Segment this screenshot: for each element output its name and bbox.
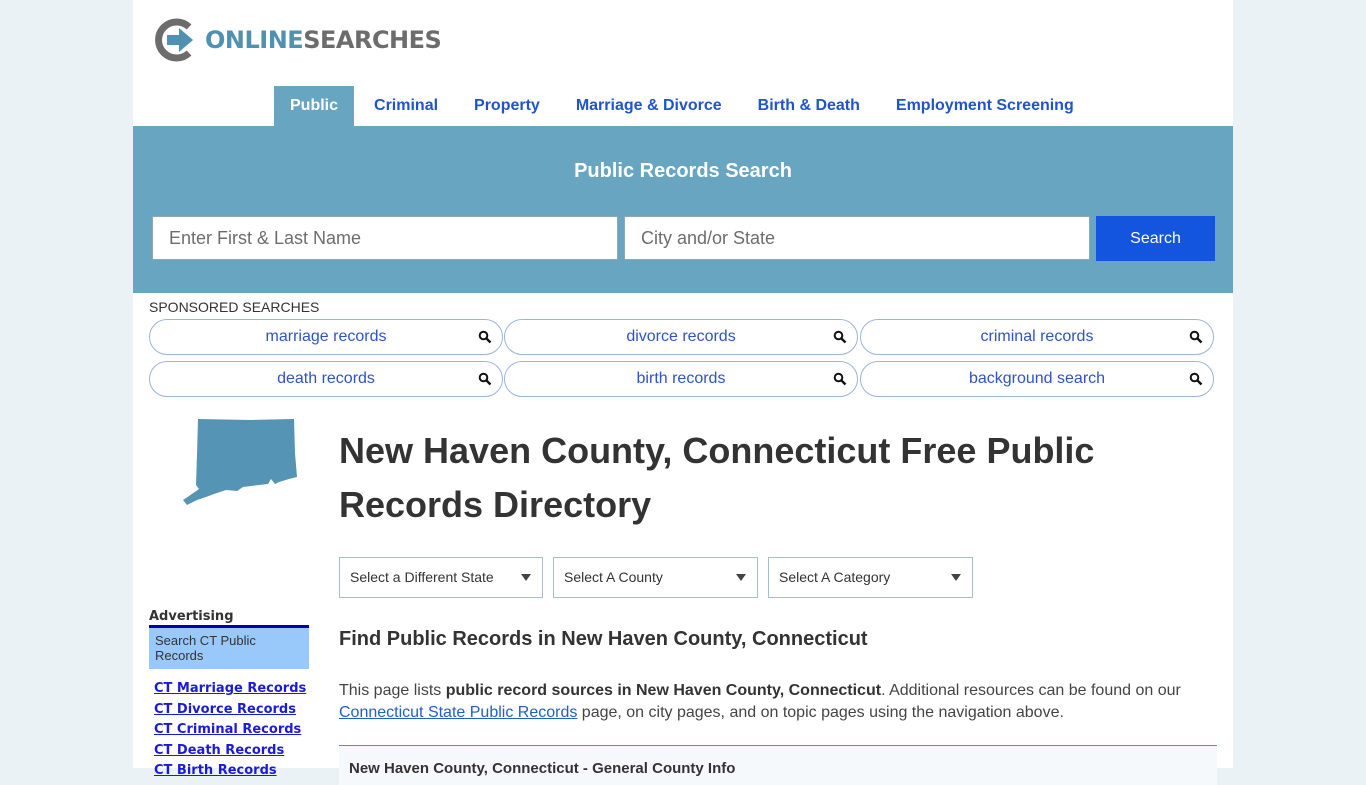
state-select-value: Select a Different State — [350, 569, 494, 585]
state-records-link[interactable]: Connecticut State Public Records — [339, 704, 577, 721]
logo-text-online: ONLINE — [205, 26, 304, 54]
search-icon — [478, 372, 492, 386]
intro-bold: public record sources in New Haven Count… — [445, 682, 882, 699]
county-select[interactable]: Select A County — [553, 557, 758, 598]
sponsored-search-death[interactable]: death records — [149, 361, 503, 397]
sponsored-search-divorce[interactable]: divorce records — [504, 319, 858, 355]
sponsored-search-marriage[interactable]: marriage records — [149, 319, 503, 355]
nav-birth-death[interactable]: Birth & Death — [742, 86, 876, 126]
sidebar-link-birth[interactable]: CT Birth Records — [154, 761, 306, 782]
intro-text: This page lists — [339, 682, 446, 699]
site-logo[interactable]: ONLINESEARCHES — [153, 18, 442, 62]
category-select-value: Select A Category — [779, 569, 891, 585]
search-hero: Public Records Search Search — [133, 126, 1233, 293]
search-button[interactable]: Search — [1096, 216, 1215, 261]
intro-text: page, on city pages, and on topic pages … — [577, 704, 1064, 721]
section-heading: Find Public Records in New Haven County,… — [339, 628, 868, 650]
connecticut-map-icon — [183, 419, 297, 505]
ad-box[interactable]: Search CT Public Records — [149, 625, 309, 669]
sponsored-search-label: birth records — [636, 370, 726, 387]
sidebar-link-divorce[interactable]: CT Divorce Records — [154, 700, 306, 721]
state-select[interactable]: Select a Different State — [339, 557, 543, 598]
page-title: New Haven County, Connecticut Free Publi… — [339, 430, 1095, 525]
main-nav: Public Criminal Property Marriage & Divo… — [274, 86, 1094, 126]
county-info-box: New Haven County, Connecticut - General … — [339, 745, 1217, 785]
search-icon — [1189, 372, 1203, 386]
sidebar-link-criminal[interactable]: CT Criminal Records — [154, 720, 306, 741]
search-icon — [1189, 330, 1203, 344]
chevron-down-icon — [736, 574, 746, 581]
search-icon — [833, 330, 847, 344]
intro-paragraph: This page lists public record sources in… — [339, 680, 1219, 724]
sidebar-links: CT Marriage Records CT Divorce Records C… — [154, 679, 306, 782]
sponsored-search-criminal[interactable]: criminal records — [860, 319, 1214, 355]
sidebar-link-marriage[interactable]: CT Marriage Records — [154, 679, 306, 700]
nav-criminal[interactable]: Criminal — [358, 86, 454, 126]
sponsored-search-label: divorce records — [626, 328, 736, 345]
hero-title: Public Records Search — [574, 160, 792, 182]
nav-marriage-divorce[interactable]: Marriage & Divorce — [560, 86, 738, 126]
sponsored-search-label: death records — [277, 370, 375, 387]
intro-text: . Additional resources can be found on o… — [881, 682, 1181, 699]
sponsored-search-label: marriage records — [265, 328, 387, 345]
sponsored-search-birth[interactable]: birth records — [504, 361, 858, 397]
search-icon — [478, 330, 492, 344]
advertising-label: Advertising — [149, 609, 234, 624]
logo-arrow-icon — [155, 18, 193, 62]
nav-employment-screening[interactable]: Employment Screening — [880, 86, 1090, 126]
sponsored-search-background[interactable]: background search — [860, 361, 1214, 397]
sidebar-link-death[interactable]: CT Death Records — [154, 741, 306, 762]
sponsored-search-label: criminal records — [980, 328, 1094, 345]
name-input[interactable] — [152, 216, 618, 260]
county-select-value: Select A County — [564, 569, 663, 585]
logo-text-searches: SEARCHES — [303, 26, 442, 54]
page-container: ONLINESEARCHES Public Criminal Property … — [133, 0, 1233, 785]
category-select[interactable]: Select A Category — [768, 557, 973, 598]
chevron-down-icon — [521, 574, 531, 581]
search-icon — [833, 372, 847, 386]
nav-public[interactable]: Public — [274, 86, 355, 126]
county-info-title: New Haven County, Connecticut - General … — [349, 760, 736, 777]
nav-property[interactable]: Property — [458, 86, 556, 126]
sponsored-search-label: background search — [968, 370, 1106, 387]
city-state-input[interactable] — [624, 216, 1090, 260]
chevron-down-icon — [951, 574, 961, 581]
sponsored-searches-label: SPONSORED SEARCHES — [149, 299, 320, 315]
